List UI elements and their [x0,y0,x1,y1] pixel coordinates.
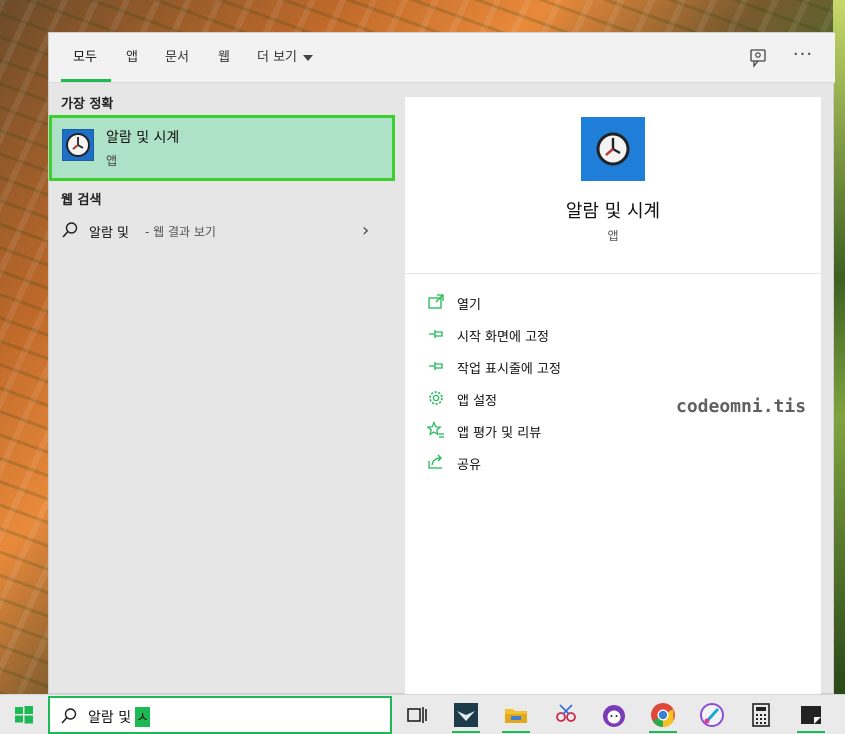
pin-icon [429,362,443,370]
desktop-wallpaper-edge [833,0,845,694]
open-icon [428,294,444,309]
star-icon [427,421,444,438]
taskbar-search-box[interactable]: 알람 및ㅅ [48,696,392,734]
web-search-heading: 웹 검색 [61,193,102,208]
running-indicator [649,731,677,733]
share-icon [428,454,442,469]
tab-apps[interactable]: 앱 [126,33,138,83]
action-label: 작업 표시줄에 고정 [457,362,561,377]
alarms-clock-icon [62,129,94,161]
best-match-result[interactable]: 알람 및 시계 앱 [49,115,395,181]
watermark-text: codeomni.tis [676,396,807,417]
running-indicator [502,731,530,733]
running-indicator [452,731,480,733]
taskbar: 알람 및ㅅ [0,694,845,734]
running-indicator [797,731,825,733]
search-icon [61,708,77,724]
best-match-heading: 가장 정확 [61,97,114,112]
app-bird-icon[interactable] [452,701,480,729]
tab-web[interactable]: 웹 [218,33,230,83]
tab-all[interactable]: 모두 [73,33,97,83]
action-pin-start[interactable]: 시작 화면에 고정 [427,323,727,347]
alarms-clock-large-icon [581,117,645,181]
results-column: 가장 정확 알람 및 시계 앱 웹 검색 알람 및 - 웹 결과 보기 › [49,83,401,695]
start-search-panel: 모두 앱 문서 웹 더 보기 ··· 가장 정확 알람 및 시계 앱 웹 검색 … [48,32,835,695]
snipping-tool-icon[interactable] [552,701,580,729]
calculator-icon[interactable] [747,701,775,729]
web-search-suffix: - 웹 결과 보기 [145,225,216,239]
action-open[interactable]: 열기 [427,291,727,315]
cat-app-icon[interactable] [600,701,628,729]
action-label: 시작 화면에 고정 [457,330,549,345]
chevron-down-icon [303,54,314,61]
tab-more-label: 더 보기 [257,50,298,65]
search-tabs-bar: 모두 앱 문서 웹 더 보기 ··· [49,33,835,83]
best-match-app-name: 알람 및 시계 [106,130,180,146]
action-label: 앱 평가 및 리뷰 [457,426,542,441]
search-input-text: 알람 및ㅅ [88,707,151,727]
action-label: 공유 [457,458,481,473]
ime-composing-char: ㅅ [135,707,151,727]
feedback-icon[interactable] [749,48,769,68]
file-explorer-icon[interactable] [502,701,530,729]
action-share[interactable]: 공유 [427,451,727,475]
active-tab-indicator [61,79,111,82]
pin-icon [429,330,443,338]
more-options-icon[interactable]: ··· [791,45,815,69]
paint-app-icon[interactable] [698,701,726,729]
action-label: 앱 설정 [457,394,498,409]
windows-start-icon[interactable] [14,705,34,725]
search-typed-text: 알람 및 [88,710,132,726]
task-view-icon[interactable] [403,701,431,729]
web-search-result[interactable]: 알람 및 - 웹 결과 보기 › [49,215,395,247]
action-rate-review[interactable]: 앱 평가 및 리뷰 [427,419,727,443]
action-pin-taskbar[interactable]: 작업 표시줄에 고정 [427,355,727,379]
tab-more[interactable]: 더 보기 [257,33,314,83]
chrome-icon[interactable] [649,701,677,729]
best-match-app-type: 앱 [106,154,118,168]
preview-app-type: 앱 [607,229,619,243]
tab-documents[interactable]: 문서 [165,33,189,83]
divider [405,273,821,274]
preview-app-name: 알람 및 시계 [565,201,661,222]
gear-icon [429,391,443,405]
chevron-right-icon: › [362,220,370,241]
action-label: 열기 [457,298,481,313]
sticky-notes-icon[interactable] [797,701,825,729]
search-icon [62,222,78,238]
web-search-query: 알람 및 [89,226,130,241]
